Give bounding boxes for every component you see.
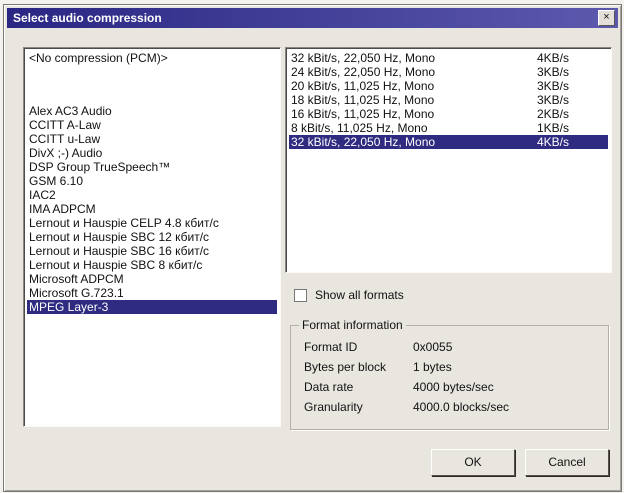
format-item[interactable]: 8 kBit/s, 11,025 Hz, Mono 1KB/s — [289, 121, 608, 135]
codec-item[interactable]: Lernout и Hauspie SBC 12 кбит/с — [27, 230, 277, 244]
format-information-group: Format information Format ID 0x0055 Byte… — [290, 318, 609, 430]
codec-item[interactable]: Microsoft ADPCM — [27, 272, 277, 286]
format-item[interactable]: 24 kBit/s, 22,050 Hz, Mono 3KB/s — [289, 65, 608, 79]
format-id-label: Format ID — [304, 340, 358, 354]
ok-button[interactable]: OK — [431, 449, 515, 476]
format-item[interactable]: 16 kBit/s, 11,025 Hz, Mono 2KB/s — [289, 107, 608, 121]
format-item[interactable]: 18 kBit/s, 11,025 Hz, Mono 3KB/s — [289, 93, 608, 107]
show-all-formats-label[interactable]: Show all formats — [315, 288, 404, 302]
codec-item[interactable]: Lernout и Hauspie CELP 4.8 кбит/с — [27, 216, 277, 230]
data-rate-value: 4000 bytes/sec — [413, 380, 494, 394]
format-size: 3KB/s — [537, 65, 570, 79]
codec-item[interactable]: IAC2 — [27, 188, 277, 202]
title-bar[interactable]: Select audio compression × — [7, 8, 618, 28]
format-name: 24 kBit/s, 22,050 Hz, Mono — [291, 65, 436, 79]
close-icon: × — [603, 11, 610, 23]
format-size: 4KB/s — [537, 51, 570, 65]
codec-item[interactable]: CCITT u-Law — [27, 132, 277, 146]
dialog-title: Select audio compression — [13, 11, 162, 25]
codec-item[interactable]: Alex AC3 Audio — [27, 104, 277, 118]
close-button[interactable]: × — [598, 10, 615, 26]
data-rate-label: Data rate — [304, 380, 354, 394]
format-name: 32 kBit/s, 22,050 Hz, Mono — [291, 135, 436, 149]
format-item-selected[interactable]: 32 kBit/s, 22,050 Hz, Mono 4KB/s — [289, 135, 608, 149]
codec-item[interactable]: IMA ADPCM — [27, 202, 277, 216]
format-size: 4KB/s — [537, 135, 570, 149]
granularity-value: 4000.0 blocks/sec — [413, 400, 510, 414]
codec-item[interactable]: GSM 6.10 — [27, 174, 277, 188]
format-item[interactable]: 20 kBit/s, 11,025 Hz, Mono 3KB/s — [289, 79, 608, 93]
codec-item[interactable]: Lernout и Hauspie SBC 16 кбит/с — [27, 244, 277, 258]
codec-item[interactable]: <No compression (PCM)> — [27, 51, 277, 65]
granularity-label: Granularity — [304, 400, 363, 414]
codec-item[interactable]: CCITT A-Law — [27, 118, 277, 132]
cancel-button[interactable]: Cancel — [525, 449, 609, 476]
format-item[interactable]: 32 kBit/s, 22,050 Hz, Mono 4KB/s — [289, 51, 608, 65]
format-name: 20 kBit/s, 11,025 Hz, Mono — [291, 79, 435, 93]
bytes-per-block-value: 1 bytes — [413, 360, 452, 374]
codec-item[interactable]: Lernout и Hauspie SBC 8 кбит/с — [27, 258, 277, 272]
format-name: 8 kBit/s, 11,025 Hz, Mono — [291, 121, 428, 135]
format-name: 18 kBit/s, 11,025 Hz, Mono — [291, 93, 435, 107]
codec-item[interactable]: Microsoft G.723.1 — [27, 286, 277, 300]
bytes-per-block-label: Bytes per block — [304, 360, 387, 374]
codec-list[interactable]: <No compression (PCM)> Alex AC3 Audio CC… — [23, 47, 281, 427]
format-information-legend: Format information — [299, 318, 406, 332]
format-size: 3KB/s — [537, 93, 570, 107]
format-id-value: 0x0055 — [413, 340, 453, 354]
format-name: 32 kBit/s, 22,050 Hz, Mono — [291, 51, 436, 65]
format-size: 3KB/s — [537, 79, 570, 93]
format-size: 2KB/s — [537, 107, 570, 121]
codec-item-selected[interactable]: MPEG Layer-3 — [27, 300, 277, 314]
format-name: 16 kBit/s, 11,025 Hz, Mono — [291, 107, 435, 121]
codec-item[interactable]: DSP Group TrueSpeech™ — [27, 160, 277, 174]
show-all-formats-checkbox[interactable] — [294, 289, 307, 302]
format-size: 1KB/s — [537, 121, 570, 135]
format-list[interactable]: 32 kBit/s, 22,050 Hz, Mono 4KB/s 24 kBit… — [285, 47, 612, 273]
codec-item[interactable]: DivX ;-) Audio — [27, 146, 277, 160]
